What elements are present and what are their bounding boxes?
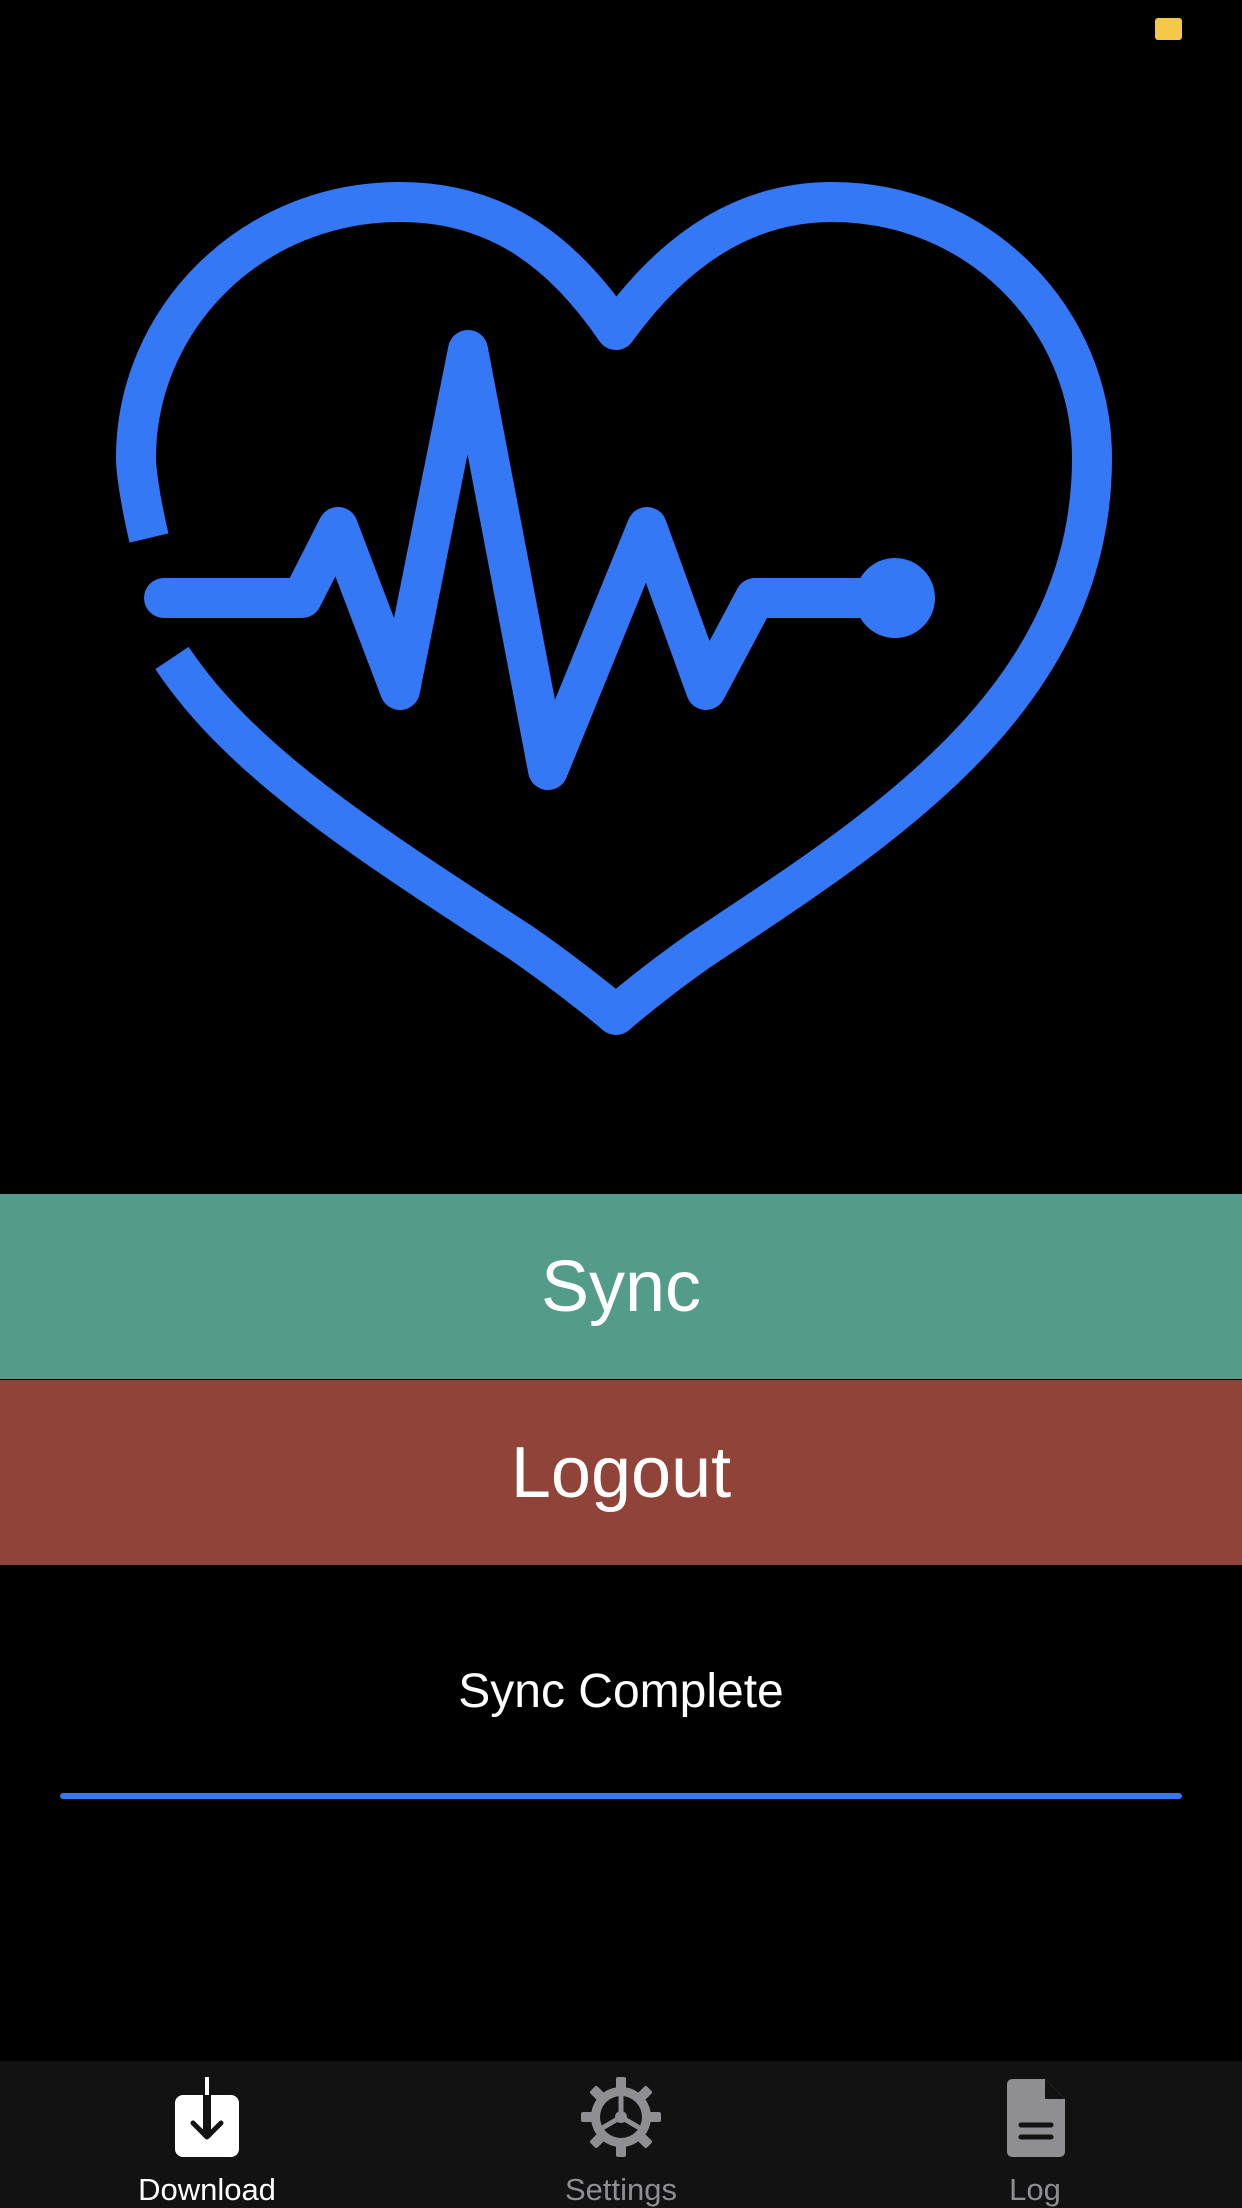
sync-button[interactable]: Sync — [0, 1194, 1242, 1379]
document-icon — [1007, 2079, 1065, 2157]
tab-log[interactable]: Log — [828, 2061, 1242, 2208]
tab-log-label: Log — [1009, 2172, 1061, 2207]
tab-download-label: Download — [138, 2172, 276, 2207]
logout-button[interactable]: Logout — [0, 1380, 1242, 1565]
sync-progress-bar — [60, 1793, 1182, 1799]
heart-pulse-icon — [116, 182, 1112, 1035]
pulse-line — [144, 330, 915, 790]
tab-bar: Download Settings Log — [0, 2061, 1242, 2208]
hero-graphic — [0, 0, 1242, 1194]
tab-settings[interactable]: Settings — [414, 2061, 828, 2208]
tab-download[interactable]: Download — [0, 2061, 414, 2208]
logout-button-label: Logout — [510, 1432, 732, 1513]
tab-settings-label: Settings — [564, 2172, 677, 2207]
sync-button-label: Sync — [540, 1246, 702, 1327]
pulse-dot — [855, 558, 935, 638]
download-icon — [175, 2077, 239, 2157]
sync-status-text: Sync Complete — [458, 1665, 784, 1718]
gear-icon — [581, 2077, 661, 2157]
sync-progress-fill — [60, 1793, 1182, 1799]
